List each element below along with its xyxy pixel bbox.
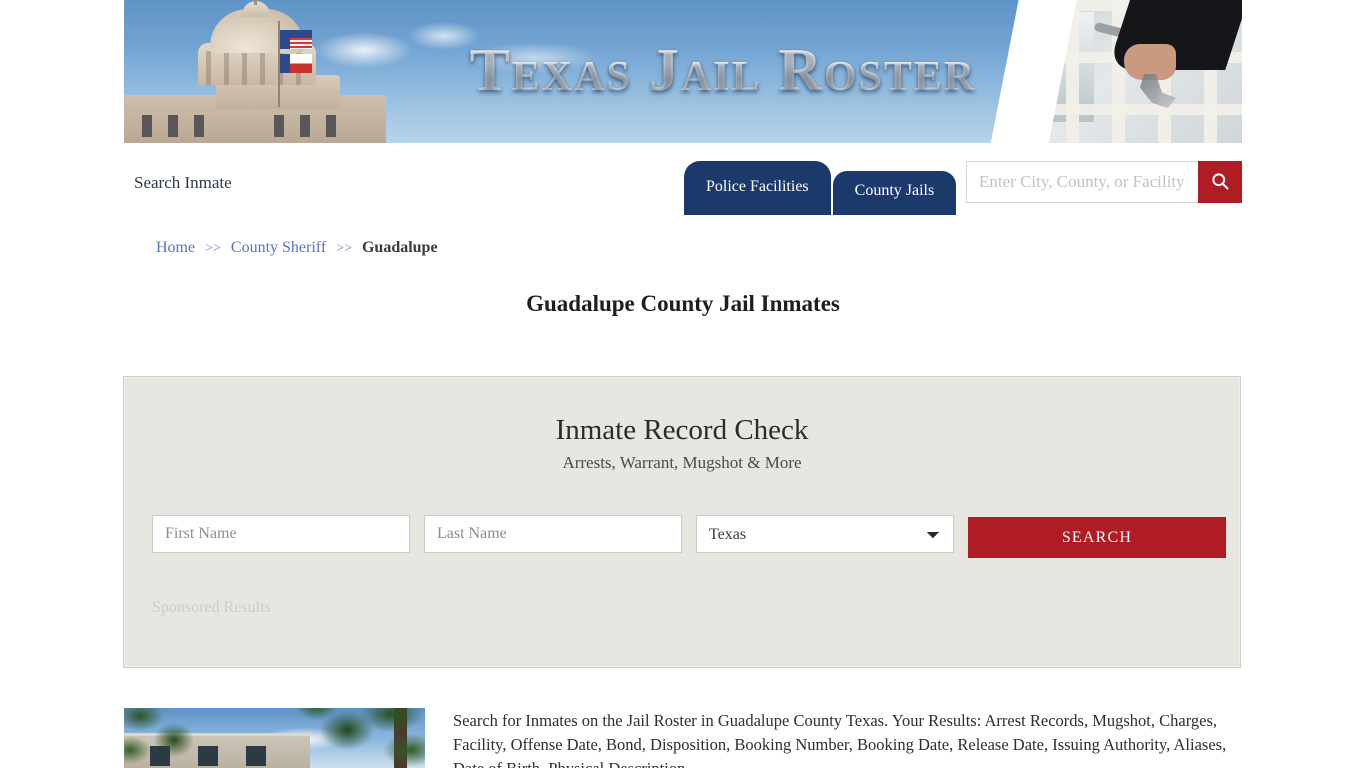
page-title: Guadalupe County Jail Inmates [526,291,840,316]
navigation-bar: Search Inmate Police Facilities County J… [124,143,1242,223]
panel-subtitle: Arrests, Warrant, Mugshot & More [562,453,802,472]
capitol-window [142,115,152,137]
site-brand-label: Search Inmate [134,173,232,192]
page-description: Search for Inmates on the Jail Roster in… [453,711,1227,768]
facility-search-input[interactable] [966,161,1198,203]
capitol-window [300,115,310,137]
thumbnail-tree-right [299,708,425,768]
breadcrumb-separator: >> [336,241,352,256]
inmate-search-form: Texas SEARCH [152,515,1226,558]
capitol-window [326,115,336,137]
breadcrumb-link-home[interactable]: Home [156,239,195,256]
header-search [966,161,1242,203]
capitol-window [274,115,284,137]
breadcrumb-separator: >> [205,241,221,256]
thumbnail-tree-left [124,708,206,768]
header-search-button[interactable] [1198,161,1242,203]
thumbnail-window [246,746,266,766]
panel-title: Inmate Record Check [555,414,809,446]
search-icon [1210,171,1230,194]
breadcrumb-link-county-sheriff[interactable]: County Sheriff [231,239,326,256]
page-root: Texas Jail Roster Search Inmate Police F… [0,0,1366,768]
capitol-spire [254,0,257,5]
capitol-window [168,115,178,137]
site-banner: Texas Jail Roster [124,0,1242,143]
tab-police-facilities[interactable]: Police Facilities [684,161,831,215]
inmate-record-check-panel: Inmate Record Check Arrests, Warrant, Mu… [123,376,1241,668]
breadcrumb-current-guadalupe: Guadalupe [361,239,438,256]
sponsored-results-label: Sponsored Results [152,599,271,616]
banner-title: Texas Jail Roster [124,36,1242,105]
jail-building-thumbnail [124,708,425,768]
inmate-search-button[interactable]: SEARCH [968,517,1226,558]
first-name-input[interactable] [152,515,410,553]
breadcrumb: Home >> County Sheriff >> Guadalupe [156,239,438,257]
state-select[interactable]: Texas [696,515,954,553]
last-name-input[interactable] [424,515,682,553]
capitol-window [194,115,204,137]
nav-tabs: Police Facilities County Jails [684,161,957,215]
tab-county-jails[interactable]: County Jails [832,171,957,215]
